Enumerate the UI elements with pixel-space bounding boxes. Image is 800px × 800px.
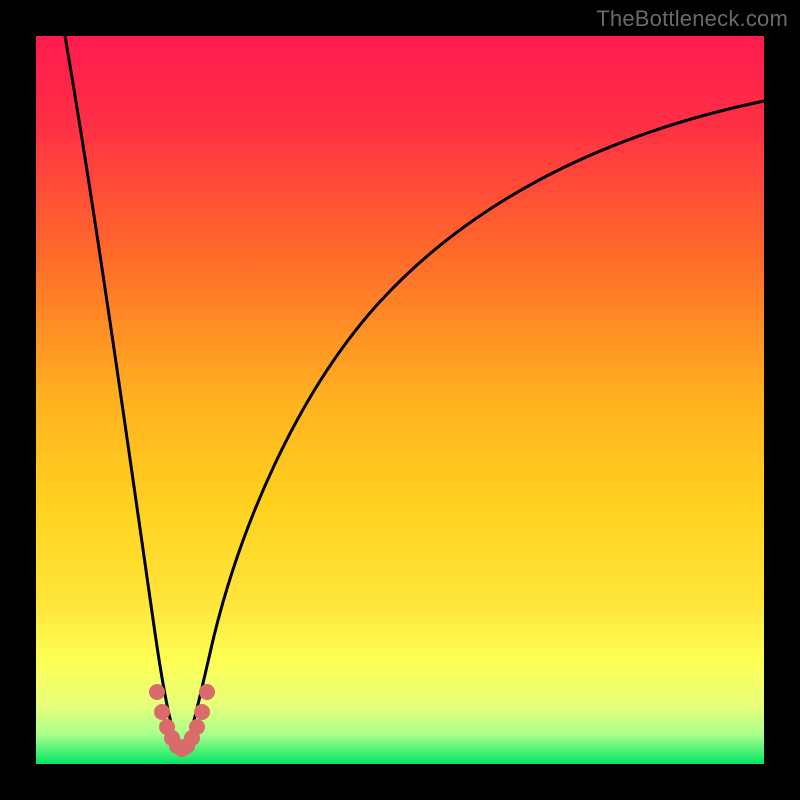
curve-layer bbox=[36, 36, 764, 764]
bottleneck-curve-left bbox=[65, 36, 182, 755]
watermark-text: TheBottleneck.com bbox=[596, 6, 788, 32]
trough-markers bbox=[149, 684, 215, 757]
bottleneck-curve-right bbox=[182, 101, 764, 755]
plot-area bbox=[36, 36, 764, 764]
